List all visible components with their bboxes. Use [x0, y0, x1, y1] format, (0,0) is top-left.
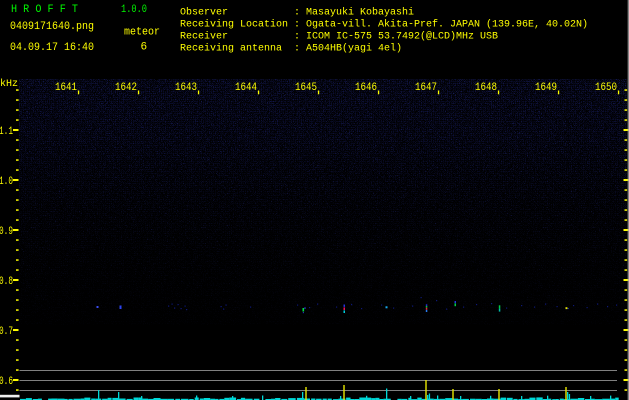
svg-text:1.0: 1.0: [0, 176, 13, 188]
svg-text:0409171640.png: 0409171640.png: [10, 21, 94, 33]
svg-text:1645: 1645: [295, 82, 317, 94]
svg-text:1.1: 1.1: [0, 126, 13, 138]
svg-text:0.6: 0.6: [0, 376, 13, 388]
svg-text:0.9: 0.9: [0, 226, 13, 238]
svg-text:: Masayuki Kobayashi: : Masayuki Kobayashi: [294, 7, 414, 19]
svg-text:6: 6: [141, 42, 148, 54]
svg-text:H R O F F T: H R O F F T: [11, 4, 78, 16]
svg-text:1648: 1648: [475, 82, 497, 94]
svg-text:Receiving antenna: Receiving antenna: [180, 43, 282, 55]
svg-text:1643: 1643: [175, 82, 197, 94]
svg-text:1650: 1650: [595, 82, 617, 94]
svg-text:1649: 1649: [535, 82, 557, 94]
svg-text:0.7: 0.7: [0, 326, 13, 338]
svg-text:: Ogata-vill. Akita-Pref. JAPA: : Ogata-vill. Akita-Pref. JAPAN (139.96E…: [294, 19, 588, 31]
svg-text:1646: 1646: [355, 82, 377, 94]
svg-text:kHz: kHz: [0, 78, 18, 90]
svg-text:meteor: meteor: [124, 27, 160, 39]
svg-text:1642: 1642: [115, 82, 137, 94]
svg-text:0.8: 0.8: [0, 276, 13, 288]
svg-text:1.0.0: 1.0.0: [121, 4, 147, 16]
svg-text:Receiving Location: Receiving Location: [180, 19, 288, 31]
svg-text:Observer: Observer: [180, 7, 228, 19]
svg-text:: ICOM IC-575 53.7492(@LCD)MHz: : ICOM IC-575 53.7492(@LCD)MHz USB: [294, 31, 498, 43]
svg-text:1647: 1647: [415, 82, 437, 94]
svg-text:: A504HB(yagi 4el): : A504HB(yagi 4el): [294, 43, 402, 55]
svg-text:1644: 1644: [235, 82, 257, 94]
svg-text:04.09.17 16:40: 04.09.17 16:40: [10, 42, 94, 54]
svg-text:Receiver: Receiver: [180, 31, 228, 43]
svg-text:1641: 1641: [55, 82, 77, 94]
